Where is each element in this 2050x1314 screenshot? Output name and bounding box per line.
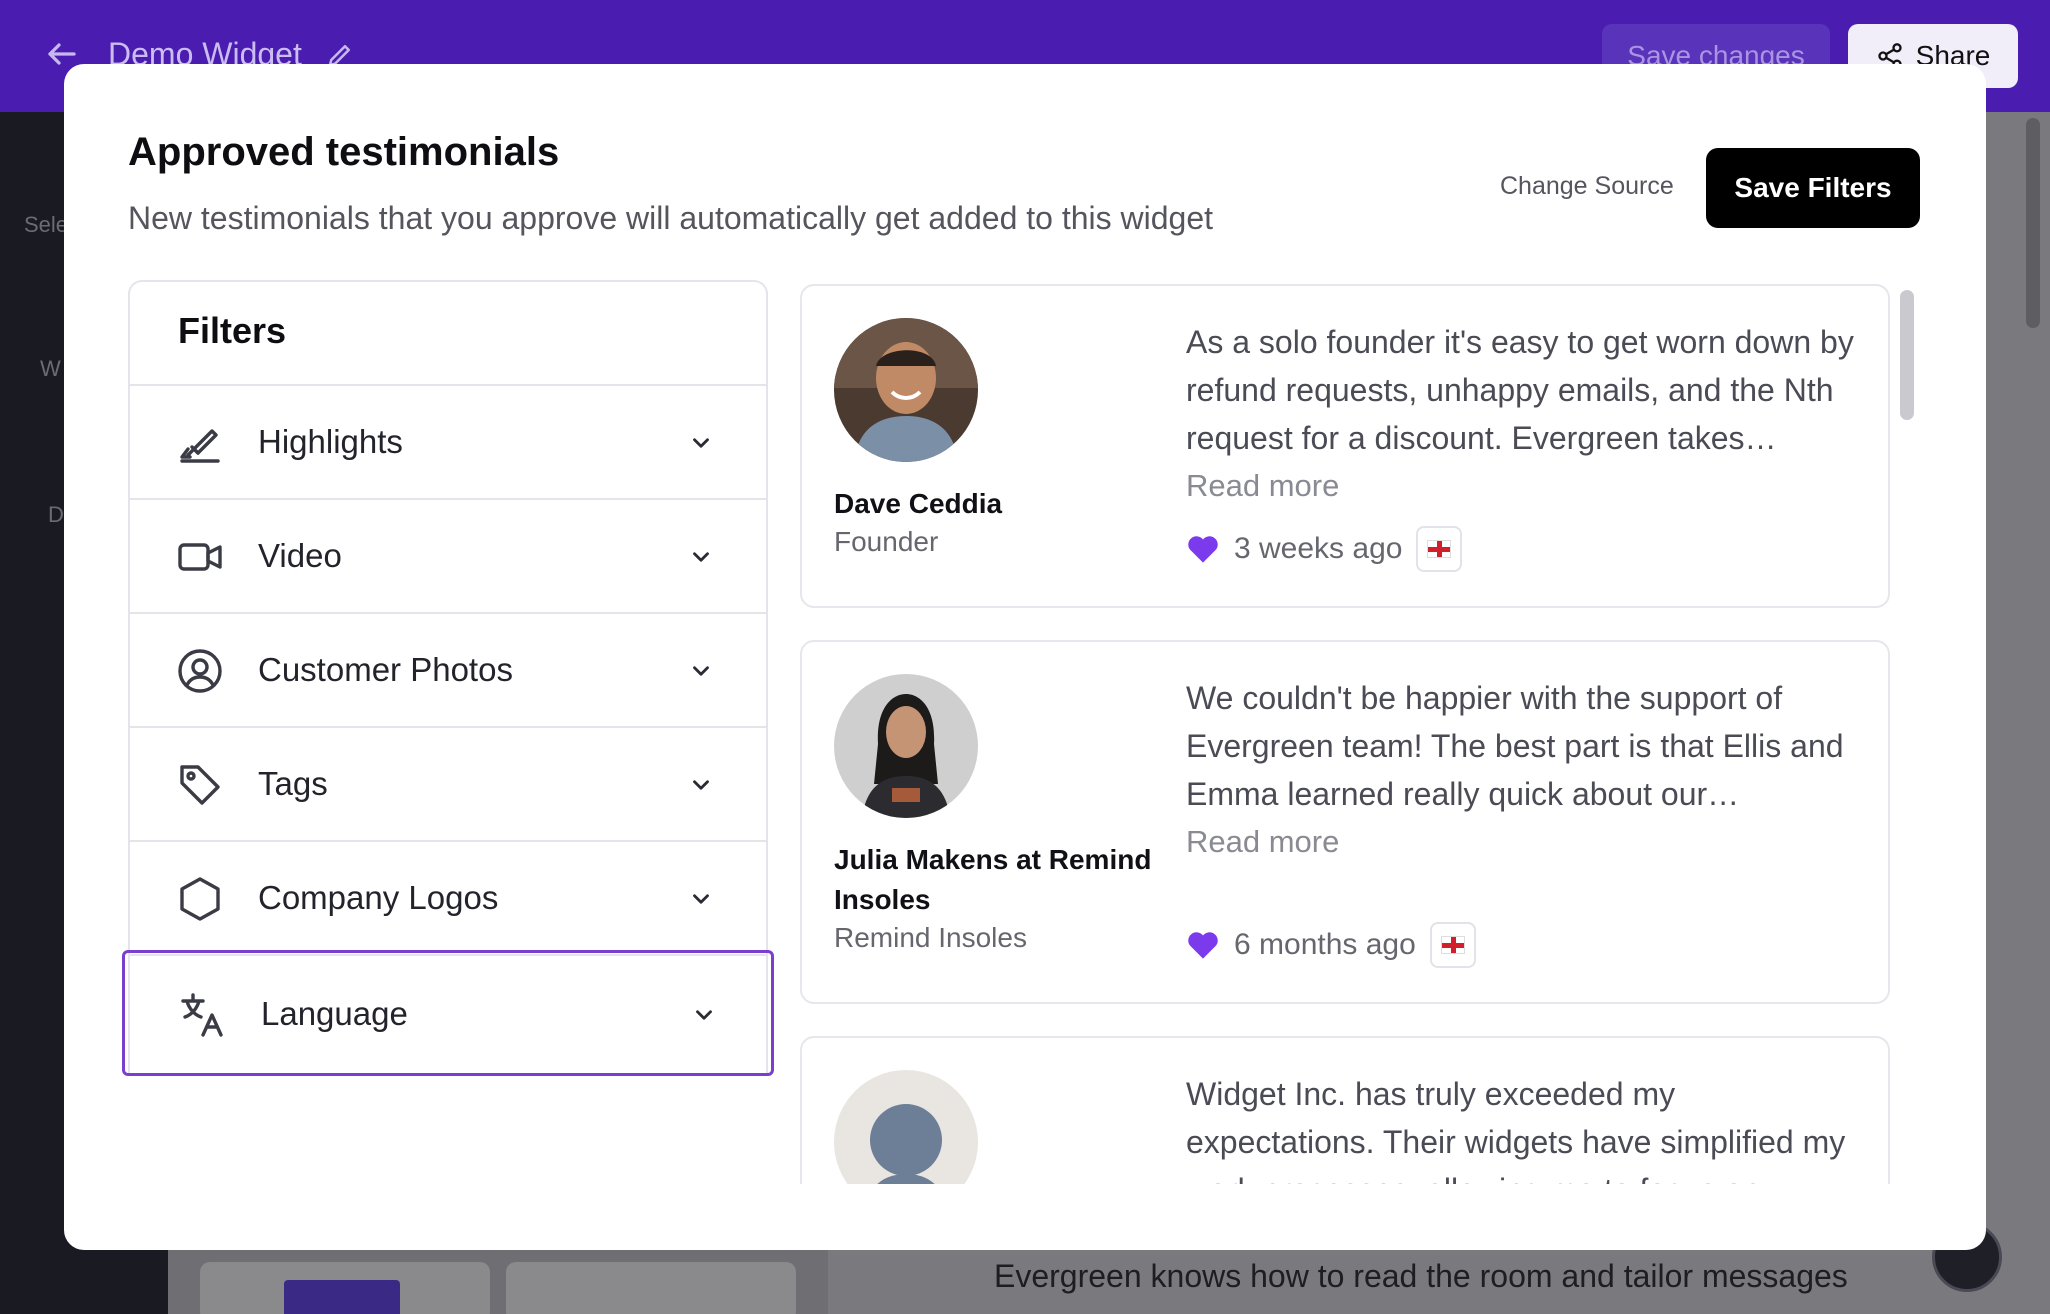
- filters-header: Filters: [128, 280, 768, 386]
- england-flag-icon: [1416, 526, 1463, 572]
- filters-heading: Filters: [178, 310, 287, 351]
- filter-customer-photos[interactable]: Customer Photos: [128, 614, 768, 728]
- template-card[interactable]: [200, 1262, 490, 1314]
- chevron-down-icon: [696, 1010, 712, 1020]
- video-camera-icon: [178, 543, 222, 571]
- filters-panel: Filters Highlights Video Customer Photos…: [122, 280, 774, 1076]
- chevron-down-icon: [693, 666, 709, 676]
- testimonial-author-name: Julia Makens at Remind Insoles: [834, 844, 1152, 915]
- user-circle-icon: [178, 649, 222, 693]
- testimonial-author-name: Dave Ceddia: [834, 488, 1003, 519]
- testimonial-meta: 3 weeks ago: [1186, 526, 1463, 572]
- testimonial-quote: Widget Inc. has truly exceeded my expect…: [1186, 1076, 1846, 1184]
- scrollbar[interactable]: [2026, 118, 2040, 328]
- filter-highlights[interactable]: Highlights: [128, 386, 768, 500]
- filter-label: Tags: [258, 765, 328, 802]
- rail-text: D: [48, 502, 64, 527]
- modal-subtitle: New testimonials that you approve will a…: [128, 200, 1214, 236]
- filter-label: Language: [261, 995, 408, 1032]
- modal-title: Approved testimonials: [128, 130, 560, 174]
- save-filters-button[interactable]: Save Filters: [1706, 148, 1920, 228]
- avatar: [834, 318, 978, 462]
- filter-language[interactable]: Language: [122, 950, 774, 1076]
- filter-label: Video: [258, 537, 342, 574]
- read-more-link[interactable]: Read more: [1186, 824, 1339, 860]
- preview-text: Evergreen knows how to read the room and…: [994, 1258, 1848, 1294]
- filter-label: Company Logos: [258, 879, 499, 916]
- testimonial-card[interactable]: Widget Inc. has truly exceeded my expect…: [800, 1036, 1890, 1184]
- testimonials-scrollbar[interactable]: [1900, 290, 1914, 420]
- chevron-down-icon: [693, 780, 709, 790]
- testimonial-author-role: Remind Insoles: [834, 922, 1027, 953]
- testimonial-card[interactable]: Julia Makens at Remind Insoles Remind In…: [800, 640, 1890, 1004]
- heart-icon: [1188, 536, 1218, 563]
- heart-icon: [1188, 932, 1218, 959]
- change-source-button[interactable]: Change Source: [1500, 172, 1674, 201]
- testimonial-card[interactable]: Dave Ceddia Founder As a solo founder it…: [800, 284, 1890, 608]
- testimonial-quote: As a solo founder it's easy to get worn …: [1186, 324, 1854, 456]
- testimonial-quote: We couldn't be happier with the support …: [1186, 680, 1844, 812]
- filter-label: Customer Photos: [258, 651, 513, 688]
- rail-text: Sele: [24, 212, 69, 237]
- rail-text: W: [40, 356, 61, 381]
- testimonial-author-role: Founder: [834, 526, 939, 557]
- translate-icon: [181, 993, 223, 1037]
- template-card[interactable]: [506, 1262, 796, 1314]
- chevron-down-icon: [693, 552, 709, 562]
- approved-testimonials-modal: Approved testimonials New testimonials t…: [64, 64, 1986, 1250]
- filter-video[interactable]: Video: [128, 500, 768, 614]
- england-flag-icon: [1429, 922, 1476, 968]
- avatar-placeholder: [834, 1070, 978, 1184]
- chevron-down-icon: [693, 438, 709, 448]
- hexagon-icon: [180, 877, 220, 921]
- filter-company-logos[interactable]: Company Logos: [128, 842, 768, 956]
- testimonials-list: Dave Ceddia Founder As a solo founder it…: [800, 284, 1920, 1184]
- testimonial-time: 3 weeks ago: [1234, 532, 1403, 565]
- read-more-link[interactable]: Read more: [1186, 468, 1339, 504]
- avatar: [834, 674, 978, 818]
- testimonial-time: 6 months ago: [1234, 928, 1416, 961]
- filter-label: Highlights: [258, 423, 403, 460]
- filter-tags[interactable]: Tags: [128, 728, 768, 842]
- chevron-down-icon: [693, 894, 709, 904]
- testimonial-meta: 6 months ago: [1186, 922, 1476, 968]
- highlighter-icon: [180, 429, 220, 463]
- tag-icon: [180, 765, 220, 805]
